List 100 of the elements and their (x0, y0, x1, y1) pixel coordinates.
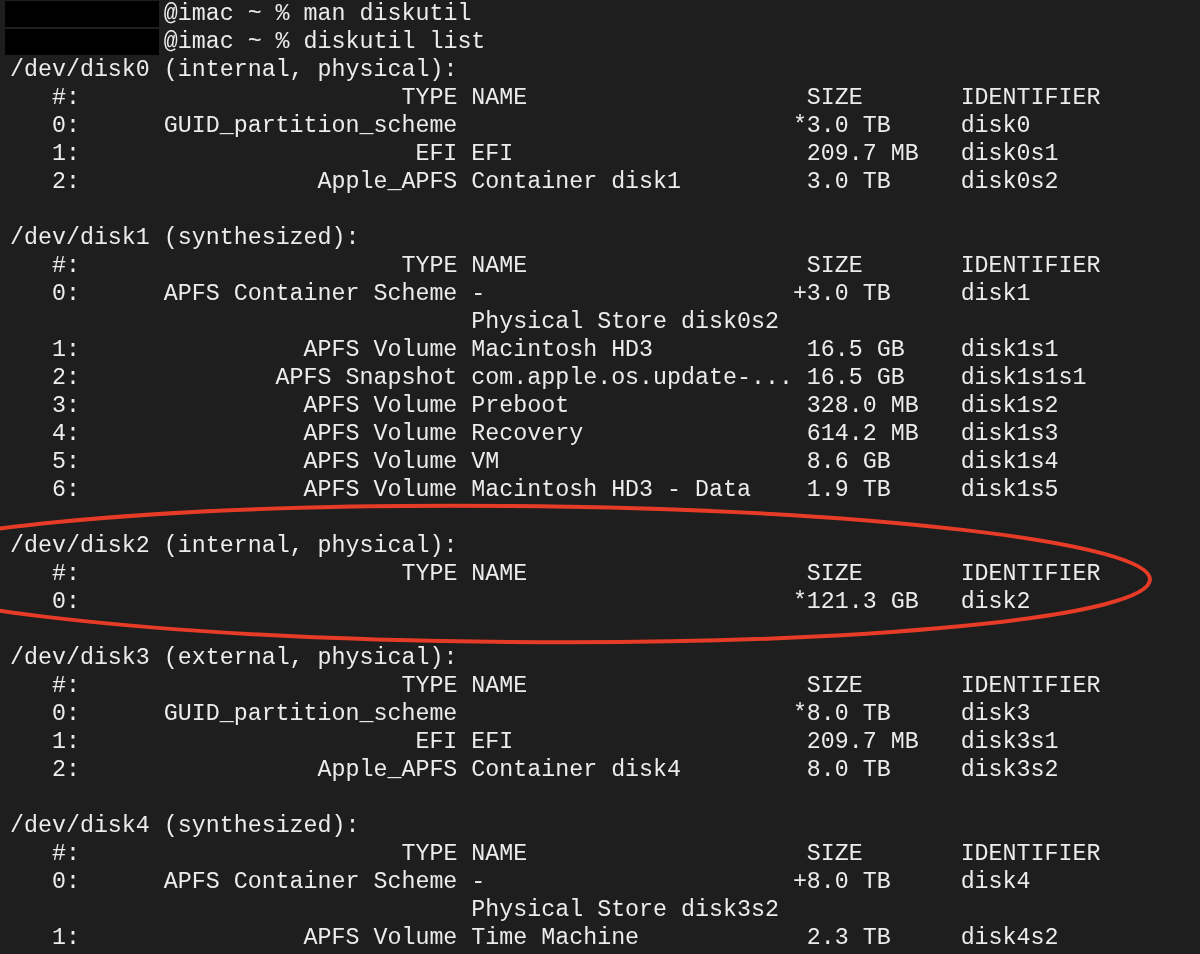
column-header: SIZE (806, 672, 863, 700)
size-mark: + (792, 868, 807, 896)
partition-identifier: disk1 (960, 280, 1031, 308)
column-header: IDENTIFIER (960, 840, 1101, 868)
partition-name: - (471, 868, 486, 896)
partition-size: 1.9 TB (806, 476, 891, 504)
partition-type: Apple_APFS (317, 168, 458, 196)
partition-type: APFS Volume (303, 924, 458, 952)
partition-type: APFS Container Scheme (163, 280, 458, 308)
partition-number: 5: (51, 448, 80, 476)
partition-type: APFS Volume (303, 336, 458, 364)
partition-number: 1: (51, 924, 80, 952)
column-header: #: (51, 672, 80, 700)
partition-size: 3.0 TB (806, 280, 891, 308)
partition-name: Preboot (471, 392, 570, 420)
column-header: #: (51, 840, 80, 868)
size-mark: * (792, 112, 807, 140)
column-header: NAME (471, 840, 528, 868)
column-header: IDENTIFIER (960, 252, 1101, 280)
partition-identifier: disk3s2 (960, 756, 1059, 784)
column-header: SIZE (806, 560, 863, 588)
command-text: diskutil list (303, 28, 486, 56)
partition-identifier: disk4 (960, 868, 1031, 896)
partition-identifier: disk1s5 (960, 476, 1059, 504)
partition-identifier: disk1s3 (960, 420, 1059, 448)
partition-type: GUID_partition_scheme (163, 112, 458, 140)
partition-number: 0: (51, 700, 80, 728)
partition-type: APFS Volume (303, 420, 458, 448)
partition-name: Container disk4 (471, 756, 682, 784)
partition-size: 8.0 TB (806, 868, 891, 896)
partition-number: 2: (51, 364, 80, 392)
column-header: TYPE (401, 84, 458, 112)
partition-number: 0: (51, 868, 80, 896)
disk-header: /dev/disk3 (external, physical): (10, 644, 458, 672)
partition-size: 8.0 TB (806, 756, 891, 784)
partition-type: APFS Volume (303, 476, 458, 504)
partition-type: APFS Container Scheme (163, 868, 458, 896)
column-header: TYPE (401, 840, 458, 868)
column-header: IDENTIFIER (960, 84, 1101, 112)
partition-type: EFI (415, 728, 458, 756)
partition-name: EFI (471, 140, 514, 168)
size-mark: * (792, 700, 807, 728)
partition-identifier: disk1s4 (960, 448, 1059, 476)
partition-name: - (471, 280, 486, 308)
column-header: IDENTIFIER (960, 672, 1101, 700)
partition-type: APFS Volume (303, 392, 458, 420)
disk-header: /dev/disk0 (internal, physical): (10, 56, 458, 84)
partition-identifier: disk3s1 (960, 728, 1059, 756)
partition-number: 2: (51, 168, 80, 196)
command-text: man diskutil (303, 0, 472, 28)
disk-header: /dev/disk4 (synthesized): (10, 812, 360, 840)
partition-number: 1: (51, 140, 80, 168)
partition-name: Macintosh HD3 (471, 336, 654, 364)
column-header: #: (51, 84, 80, 112)
partition-size: 209.7 MB (806, 140, 919, 168)
partition-size: 2.3 TB (806, 924, 891, 952)
partition-size: 3.0 TB (806, 168, 891, 196)
disk-header: /dev/disk2 (internal, physical): (10, 532, 458, 560)
partition-number: 2: (51, 756, 80, 784)
column-header: NAME (471, 252, 528, 280)
partition-identifier: disk2 (960, 588, 1031, 616)
partition-size: 614.2 MB (806, 420, 919, 448)
size-mark: + (792, 280, 807, 308)
partition-size: 16.5 GB (806, 364, 905, 392)
column-header: SIZE (806, 840, 863, 868)
column-header: SIZE (806, 84, 863, 112)
partition-size: 16.5 GB (806, 336, 905, 364)
partition-name: Time Machine (471, 924, 640, 952)
partition-identifier: disk0s1 (960, 140, 1059, 168)
partition-number: 0: (51, 280, 80, 308)
partition-identifier: disk0 (960, 112, 1031, 140)
partition-type: EFI (415, 140, 458, 168)
column-header: NAME (471, 84, 528, 112)
partition-identifier: disk1s1 (960, 336, 1059, 364)
partition-type: Apple_APFS (317, 756, 458, 784)
partition-identifier: disk1s2 (960, 392, 1059, 420)
column-header: NAME (471, 672, 528, 700)
disk-header: /dev/disk1 (synthesized): (10, 224, 360, 252)
partition-size: 121.3 GB (806, 588, 919, 616)
partition-size: 3.0 TB (806, 112, 891, 140)
partition-size: 8.0 TB (806, 700, 891, 728)
partition-type: GUID_partition_scheme (163, 700, 458, 728)
partition-size: 209.7 MB (806, 728, 919, 756)
partition-name: VM (471, 448, 500, 476)
column-header: #: (51, 252, 80, 280)
column-header: NAME (471, 560, 528, 588)
partition-identifier: disk4s2 (960, 924, 1059, 952)
partition-type: APFS Volume (303, 448, 458, 476)
column-header: IDENTIFIER (960, 560, 1101, 588)
partition-name: com.apple.os.update-... (471, 364, 793, 392)
column-header: #: (51, 560, 80, 588)
partition-name: Physical Store disk3s2 (471, 896, 779, 924)
partition-number: 1: (51, 336, 80, 364)
column-header: TYPE (401, 672, 458, 700)
prompt-host: @imac ~ % (163, 0, 291, 28)
partition-number: 4: (51, 420, 80, 448)
partition-identifier: disk3 (960, 700, 1031, 728)
column-header: SIZE (806, 252, 863, 280)
prompt-host: @imac ~ % (163, 28, 291, 56)
partition-number: 0: (51, 588, 80, 616)
